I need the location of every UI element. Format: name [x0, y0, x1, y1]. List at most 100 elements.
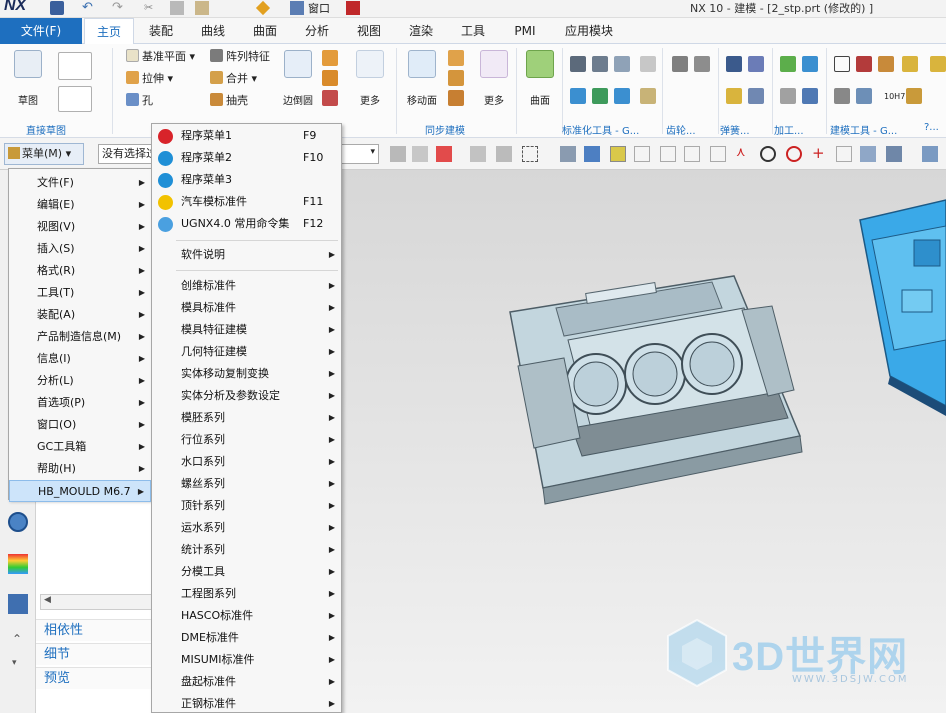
tab-tools[interactable]: 工具 — [448, 18, 498, 44]
program-menu-item[interactable]: 汽车模标准件 F11 — [152, 191, 341, 213]
edge-blend-button[interactable]: 边倒圆 — [280, 50, 316, 118]
spring-icon-3[interactable] — [726, 88, 742, 104]
group-std-tools[interactable]: 标准化工具 - G... — [562, 122, 639, 137]
redo-icon[interactable]: ↷ — [112, 1, 126, 15]
more-button-1[interactable]: 更多 — [352, 50, 388, 118]
machining-icon-3[interactable] — [780, 88, 796, 104]
move-face-button[interactable]: 移动面 — [404, 50, 440, 118]
menu-button[interactable]: 菜单(M) ▾ — [4, 143, 84, 165]
std-tool-icon-3[interactable] — [614, 56, 630, 72]
group-more[interactable]: ?... — [924, 122, 939, 133]
trim-body-icon[interactable] — [322, 90, 338, 106]
std-tool-icon-8[interactable] — [640, 88, 656, 104]
mould-series-item[interactable]: 行位系列 ▶ — [152, 429, 341, 451]
control-point-icon[interactable] — [684, 146, 700, 162]
model-tool-icon-2[interactable] — [878, 56, 894, 72]
group-gear[interactable]: 齿轮... — [666, 122, 696, 137]
model-tool-icon-6[interactable] — [906, 88, 922, 104]
group-direct-sketch[interactable]: 直接草图 — [26, 122, 66, 137]
existing-point-icon[interactable]: + — [812, 146, 828, 162]
menu-item-3[interactable]: 插入(S) ▶ — [9, 238, 151, 260]
gear-tool-icon-2[interactable] — [694, 56, 710, 72]
tangent-icon[interactable]: ⋏ — [736, 146, 752, 162]
mould-series-item[interactable]: 统计系列 ▶ — [152, 539, 341, 561]
mould-series-item[interactable]: 顶针系列 ▶ — [152, 495, 341, 517]
tab-curve[interactable]: 曲线 — [188, 18, 238, 44]
mould-series-item[interactable]: 模具特征建模 ▶ — [152, 319, 341, 341]
snap-icon-1[interactable] — [390, 146, 406, 162]
mould-series-item[interactable]: 正钢标准件 ▶ — [152, 693, 341, 712]
datum-plane-button[interactable]: 基准平面 ▾ — [126, 48, 195, 66]
palette-icon[interactable] — [8, 554, 28, 574]
menu-item-12[interactable]: GC工具箱 ▶ — [9, 436, 151, 458]
tolerance-label[interactable]: 10H7 — [884, 88, 905, 106]
select-body-icon[interactable] — [560, 146, 576, 162]
intersection-icon[interactable] — [710, 146, 726, 162]
snap-icon-5[interactable] — [496, 146, 512, 162]
box-select-icon[interactable] — [522, 146, 538, 162]
view-icon[interactable] — [922, 146, 938, 162]
menu-item-10[interactable]: 首选项(P) ▶ — [9, 392, 151, 414]
endpoint-icon[interactable] — [634, 146, 650, 162]
file-tab[interactable]: 文件(F) — [0, 18, 82, 44]
type-filter-select[interactable]: 没有选择过滤器 — [98, 144, 154, 164]
unite-button[interactable]: 合并 ▾ — [210, 70, 257, 88]
menu-item-5[interactable]: 工具(T) ▶ — [9, 282, 151, 304]
scroll-arrows-icon[interactable]: ⌃ — [12, 632, 22, 646]
triangle-icon[interactable] — [834, 56, 850, 72]
menu-item-8[interactable]: 信息(I) ▶ — [9, 348, 151, 370]
rectangle-icon[interactable] — [58, 86, 92, 112]
mould-series-item[interactable]: 螺丝系列 ▶ — [152, 473, 341, 495]
program-menu-item[interactable]: UGNX4.0 常用命令集 F12 — [152, 213, 341, 235]
paste-icon[interactable] — [195, 1, 209, 15]
scope-filter-select[interactable]: ▾ — [341, 144, 379, 164]
scroll-left-icon[interactable]: ◀ — [44, 595, 51, 605]
mould-series-item[interactable]: 工程图系列 ▶ — [152, 583, 341, 605]
pattern-feature-button[interactable]: 阵列特征 — [210, 48, 270, 66]
hole-button[interactable]: 孔 — [126, 92, 153, 110]
tab-render[interactable]: 渲染 — [396, 18, 446, 44]
std-tool-icon-7[interactable] — [614, 88, 630, 104]
mould-series-item[interactable]: 盘起标准件 ▶ — [152, 671, 341, 693]
extra-tool-icon[interactable] — [930, 56, 946, 72]
window-icon[interactable] — [290, 1, 304, 15]
snap-icon-2[interactable] — [412, 146, 428, 162]
sketch-button[interactable]: 草图 — [10, 50, 46, 118]
tab-view[interactable]: 视图 — [344, 18, 394, 44]
model-tool-icon-3[interactable] — [902, 56, 918, 72]
shell-button[interactable]: 抽壳 — [210, 92, 248, 110]
menu-item-1[interactable]: 编辑(E) ▶ — [9, 194, 151, 216]
undo-icon[interactable]: ↶ — [82, 1, 96, 15]
menu-item-4[interactable]: 格式(R) ▶ — [9, 260, 151, 282]
software-info-item[interactable]: 软件说明 ▶ — [152, 244, 341, 266]
mould-series-item[interactable]: 分模工具 ▶ — [152, 561, 341, 583]
group-machining[interactable]: 加工... — [774, 122, 804, 137]
std-tool-icon-1[interactable] — [570, 56, 586, 72]
window-menu[interactable]: 窗口 — [308, 0, 330, 16]
mould-series-item[interactable]: 运水系列 ▶ — [152, 517, 341, 539]
machining-icon-2[interactable] — [802, 56, 818, 72]
midpoint-icon[interactable] — [660, 146, 676, 162]
touch-mode-icon[interactable] — [255, 0, 271, 16]
bounded-grid-icon[interactable] — [886, 146, 902, 162]
mould-series-item[interactable]: 实体移动复制变换 ▶ — [152, 363, 341, 385]
tab-analysis[interactable]: 分析 — [292, 18, 342, 44]
group-spring[interactable]: 弹簧... — [720, 122, 750, 137]
cut-icon[interactable]: ✂ — [144, 1, 158, 15]
snap-point-icon[interactable] — [610, 146, 626, 162]
std-tool-icon-2[interactable] — [592, 56, 608, 72]
tab-pmi[interactable]: PMI — [500, 18, 550, 44]
collapse-arrow-icon[interactable]: ▾ — [12, 658, 17, 668]
mould-series-item[interactable]: 创维标准件 ▶ — [152, 275, 341, 297]
mould-series-item[interactable]: DME标准件 ▶ — [152, 627, 341, 649]
group-modeling-tools[interactable]: 建模工具 - G... — [830, 122, 897, 137]
point-on-face-icon[interactable] — [860, 146, 876, 162]
more-button-2[interactable]: 更多 — [476, 50, 512, 118]
spring-icon-1[interactable] — [726, 56, 742, 72]
std-tool-icon-5[interactable] — [570, 88, 586, 104]
menu-hb-mould[interactable]: HB_MOULD M6.7 ▶ — [9, 480, 151, 502]
replace-face-icon[interactable] — [448, 90, 464, 106]
mould-series-item[interactable]: 模具标准件 ▶ — [152, 297, 341, 319]
menu-item-13[interactable]: 帮助(H) ▶ — [9, 458, 151, 480]
mould-series-item[interactable]: 几何特征建模 ▶ — [152, 341, 341, 363]
